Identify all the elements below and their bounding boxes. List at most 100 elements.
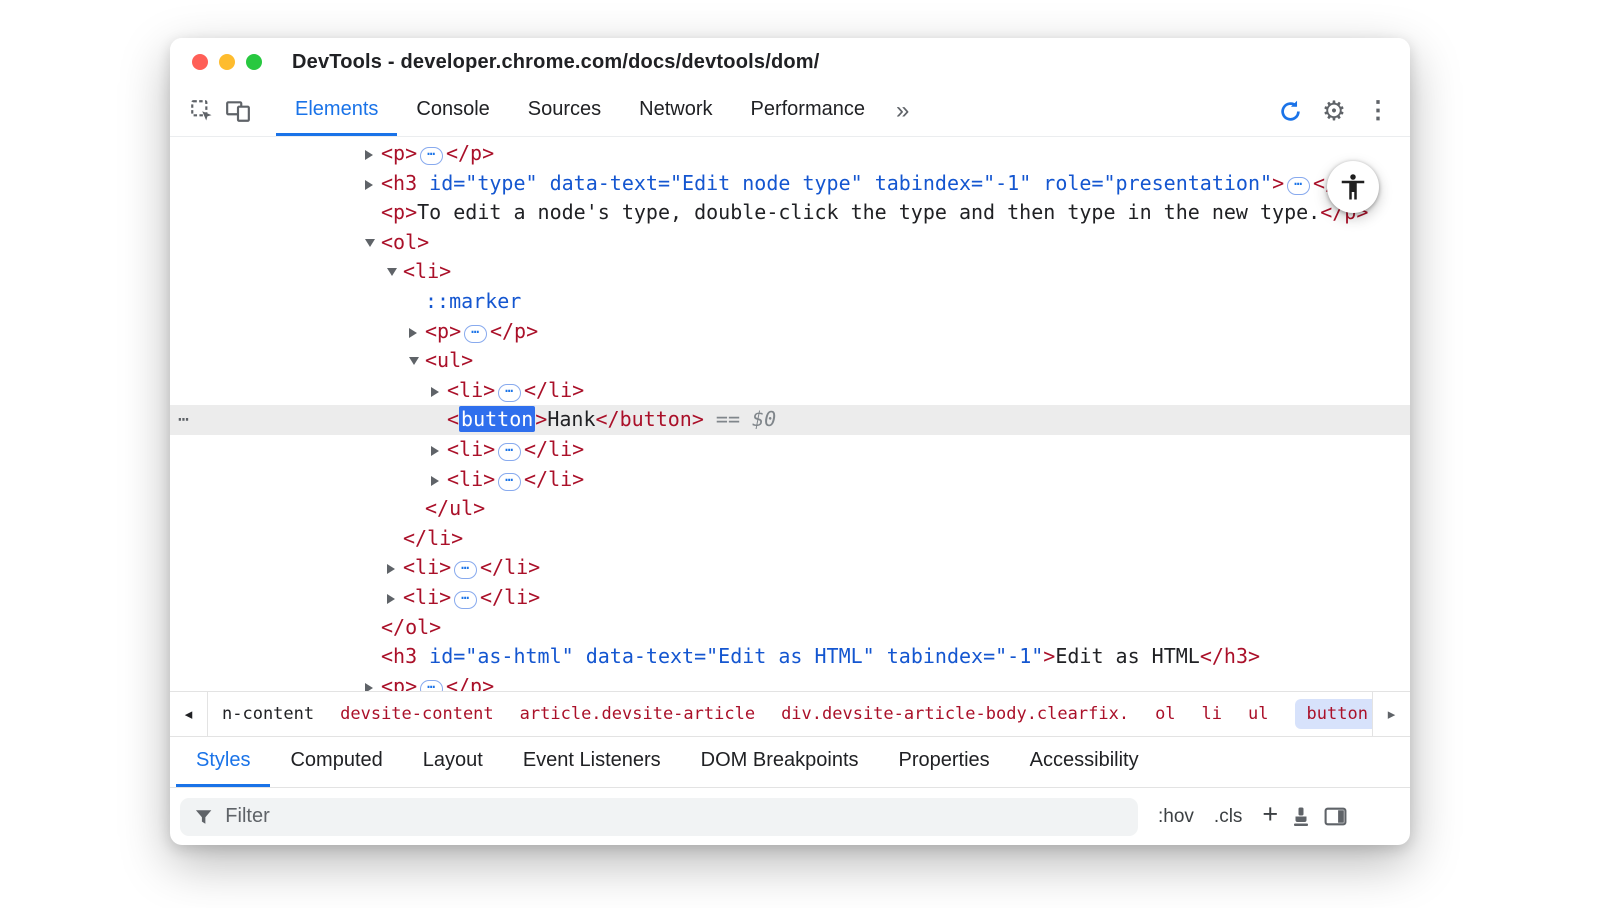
dom-node-line[interactable]: <h3 id="type" data-text="Edit node type"… xyxy=(170,169,1410,199)
close-window-button[interactable] xyxy=(192,54,208,70)
device-toolbar-icon[interactable] xyxy=(220,86,256,136)
tab-console[interactable]: Console xyxy=(397,86,508,136)
tab-accessibility[interactable]: Accessibility xyxy=(1010,737,1159,787)
disclosure-arrow-icon[interactable] xyxy=(431,435,447,465)
toggle-hov-button[interactable]: :hov xyxy=(1152,802,1200,832)
dom-node-line[interactable]: <li>⋯</li> xyxy=(170,465,1410,495)
disclosure-arrow-icon[interactable] xyxy=(365,672,381,691)
dom-node-line[interactable]: <li> xyxy=(170,257,1410,287)
code-tag: <p> xyxy=(381,200,417,224)
disclosure-arrow-icon[interactable] xyxy=(387,553,403,583)
disclosure-arrow-icon[interactable] xyxy=(431,465,447,495)
code-tag: </button> xyxy=(596,407,704,431)
filter-funnel-icon xyxy=(194,807,213,827)
code-muted: == xyxy=(704,407,752,431)
gutter-ellipsis: ⋯ xyxy=(178,405,189,435)
tab-performance[interactable]: Performance xyxy=(732,86,885,136)
disclosure-arrow-icon[interactable] xyxy=(409,346,425,376)
dom-node-line[interactable]: <li>⋯</li> xyxy=(170,435,1410,465)
sync-icon[interactable] xyxy=(1272,98,1308,125)
tab-properties[interactable]: Properties xyxy=(879,737,1010,787)
inline-expand-button[interactable]: ⋯ xyxy=(498,384,521,402)
inline-expand-button[interactable]: ⋯ xyxy=(454,561,477,579)
dom-node-line[interactable]: <p>⋯</p> xyxy=(170,672,1410,691)
code-dollar: $0 xyxy=(752,407,776,431)
tab-elements[interactable]: Elements xyxy=(276,86,397,136)
inline-expand-button[interactable]: ⋯ xyxy=(464,325,487,343)
code-tag: </p> xyxy=(446,141,494,165)
inline-expand-button[interactable]: ⋯ xyxy=(498,443,521,461)
minimize-window-button[interactable] xyxy=(219,54,235,70)
code-tag: <ul> xyxy=(425,348,473,372)
inline-expand-button[interactable]: ⋯ xyxy=(420,147,443,165)
dom-node-line[interactable]: </li> xyxy=(170,524,1410,554)
dom-node-line[interactable]: <li>⋯</li> xyxy=(170,376,1410,406)
disclosure-arrow-icon[interactable] xyxy=(365,169,381,199)
tab-sources[interactable]: Sources xyxy=(509,86,620,136)
dom-node-line[interactable]: </ol> xyxy=(170,613,1410,643)
code-tag: <ol> xyxy=(381,230,429,254)
disclosure-arrow-icon[interactable] xyxy=(387,583,403,613)
dom-tree-lines: <p>⋯</p><h3 id="type" data-text="Edit no… xyxy=(170,139,1410,691)
disclosure-arrow-icon[interactable] xyxy=(365,228,381,258)
elements-dom-tree[interactable]: <p>⋯</p><h3 id="type" data-text="Edit no… xyxy=(170,137,1410,691)
code-tag: </li> xyxy=(480,555,540,579)
accessibility-overlay-button[interactable] xyxy=(1327,161,1379,213)
code-text: To edit a node's type, double-click the … xyxy=(417,200,1320,224)
disclosure-arrow-icon[interactable] xyxy=(387,257,403,287)
code-tag: </ul> xyxy=(425,496,485,520)
disclosure-arrow-icon[interactable] xyxy=(365,139,381,169)
breadcrumb-item-n-content[interactable]: n-content xyxy=(222,704,314,724)
styles-filter-input[interactable] xyxy=(223,804,1124,829)
dom-node-line[interactable]: ::marker xyxy=(170,287,1410,317)
breadcrumb-item-devsite-content[interactable]: devsite-content xyxy=(340,704,494,724)
dom-node-line[interactable]: <p>⋯</p> xyxy=(170,317,1410,347)
inline-expand-button[interactable]: ⋯ xyxy=(454,591,477,609)
dom-node-line[interactable]: ⋯<button>Hank</button> == $0 xyxy=(170,405,1410,435)
settings-gear-icon[interactable]: ⚙ xyxy=(1316,98,1352,125)
inline-expand-button[interactable]: ⋯ xyxy=(498,473,521,491)
breadcrumb-scroll-left-icon[interactable]: ◂ xyxy=(170,692,208,736)
zoom-window-button[interactable] xyxy=(246,54,262,70)
dom-node-line[interactable]: <li>⋯</li> xyxy=(170,583,1410,613)
breadcrumb-scroll-right-icon[interactable]: ▸ xyxy=(1372,692,1410,736)
tab-computed[interactable]: Computed xyxy=(270,737,402,787)
breadcrumb-item-li[interactable]: li xyxy=(1202,704,1222,724)
breadcrumb-item-div-devsite-article-body-clearfix[interactable]: div.devsite-article-body.clearfix. xyxy=(781,704,1129,724)
code-tag: </p> xyxy=(446,674,494,691)
breadcrumb-item-ul[interactable]: ul xyxy=(1248,704,1268,724)
inline-expand-button[interactable]: ⋯ xyxy=(420,680,443,691)
dom-node-line[interactable]: </ul> xyxy=(170,494,1410,524)
dom-node-line[interactable]: <h3 id="as-html" data-text="Edit as HTML… xyxy=(170,642,1410,672)
new-style-rule-button[interactable]: + xyxy=(1256,801,1284,832)
tab-layout[interactable]: Layout xyxy=(403,737,503,787)
toggle-cls-button[interactable]: .cls xyxy=(1208,802,1249,832)
dom-node-line[interactable]: <li>⋯</li> xyxy=(170,553,1410,583)
dom-node-line[interactable]: <ol> xyxy=(170,228,1410,258)
tab-styles[interactable]: Styles xyxy=(176,737,270,787)
inspect-element-icon[interactable] xyxy=(184,86,220,136)
breadcrumb-item-ol[interactable]: ol xyxy=(1155,704,1175,724)
code-tag: </ol> xyxy=(381,615,441,639)
dom-node-line[interactable]: <ul> xyxy=(170,346,1410,376)
tab-network[interactable]: Network xyxy=(620,86,731,136)
filter-box[interactable] xyxy=(180,798,1138,836)
disclosure-arrow-icon[interactable] xyxy=(431,376,447,406)
more-tabs-button[interactable]: » xyxy=(884,86,921,136)
filter-controls: :hov .cls+ xyxy=(1152,801,1284,832)
code-text: Hank xyxy=(547,407,595,431)
menu-kebab-icon[interactable]: ⋮ xyxy=(1360,99,1396,123)
breadcrumb-bar: ◂ n-content devsite-content article.devsit… xyxy=(170,691,1410,737)
dom-node-line[interactable]: <p>To edit a node's type, double-click t… xyxy=(170,198,1410,228)
breadcrumb-item-button[interactable]: button xyxy=(1295,699,1372,729)
inline-expand-button[interactable]: ⋯ xyxy=(1287,177,1310,195)
code-pseudo: ::marker xyxy=(425,289,521,313)
code-tag: < xyxy=(447,407,459,431)
paint-brush-icon[interactable] xyxy=(1284,805,1318,829)
tab-dom-breakpoints[interactable]: DOM Breakpoints xyxy=(681,737,879,787)
breadcrumb-item-article-devsite-article[interactable]: article.devsite-article xyxy=(520,704,755,724)
dom-node-line[interactable]: <p>⋯</p> xyxy=(170,139,1410,169)
tab-event-listeners[interactable]: Event Listeners xyxy=(503,737,681,787)
disclosure-arrow-icon[interactable] xyxy=(409,317,425,347)
toggle-sidebar-icon[interactable] xyxy=(1318,804,1352,829)
